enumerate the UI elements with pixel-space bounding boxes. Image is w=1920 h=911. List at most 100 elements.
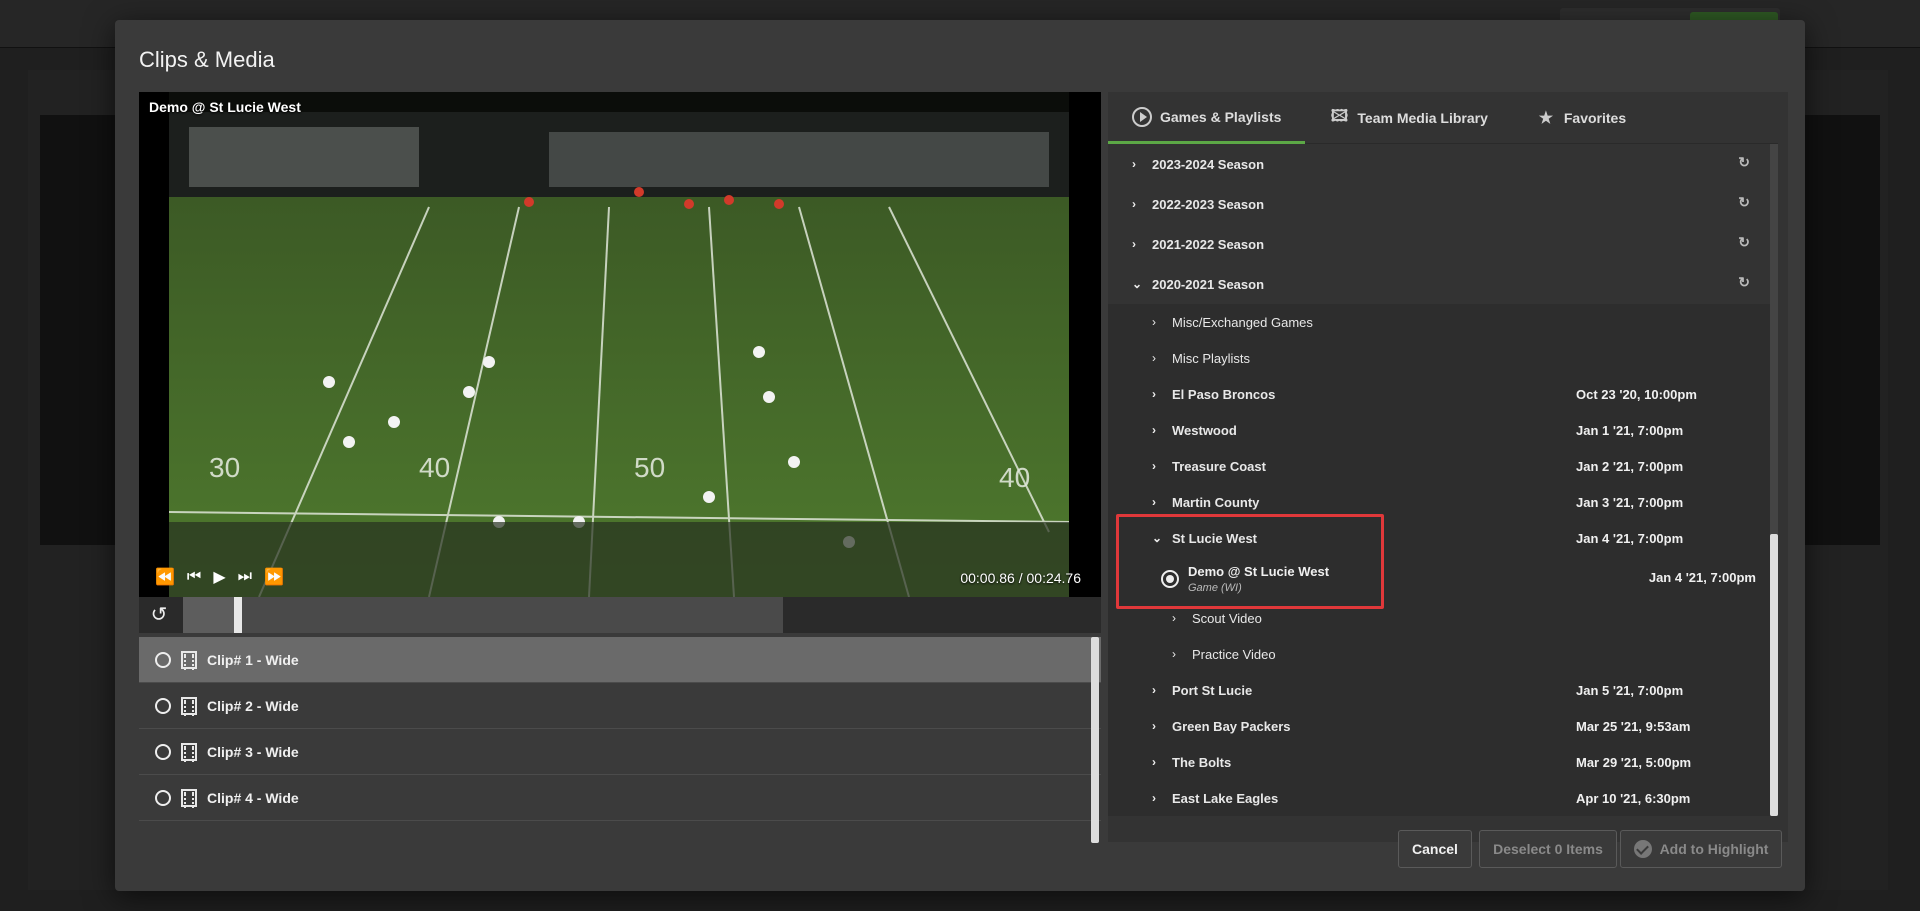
chevron-right-icon: › [1152,755,1156,769]
clip-label: Clip# 3 - Wide [207,743,299,760]
refresh-icon[interactable]: ↻ [1738,154,1750,171]
game-date: Jan 1 '21, 7:00pm [1576,422,1684,438]
tab-team-media-library[interactable]: 🖾 Team Media Library [1305,92,1511,144]
game-name: St Lucie West [1172,530,1258,546]
step-forward-icon[interactable]: ⏭ [238,568,252,586]
game-row[interactable]: › El Paso Broncos Oct 23 '20, 10:00pm [1108,376,1770,412]
game-name: The Bolts [1172,754,1232,770]
chevron-right-icon: › [1132,157,1136,171]
chevron-right-icon: › [1152,791,1156,805]
timecode: 00:00.86 / 00:24.76 [960,570,1081,586]
deselect-button[interactable]: Deselect 0 Items [1479,830,1617,868]
star-icon: ★ [1538,110,1554,127]
chevron-right-icon: › [1152,387,1156,401]
clip-row[interactable]: Clip# 3 - Wide [139,729,1101,775]
radio-button[interactable] [155,697,171,714]
playback-controls: ⏪ ⏮ ▶ ⏭ ⏩ [155,567,284,587]
game-item-type: Game (WI) [1188,582,1242,594]
game-row[interactable]: ⌄ St Lucie West Jan 4 '21, 7:00pm [1108,520,1770,556]
refresh-icon[interactable]: ↻ [1738,234,1750,251]
game-name: Port St Lucie [1172,682,1253,698]
game-row[interactable]: › East Lake Eagles Apr 10 '21, 6:30pm [1108,780,1770,816]
tab-favorites[interactable]: ★ Favorites [1512,92,1650,144]
clip-row[interactable]: Clip# 2 - Wide [139,683,1101,729]
practice-video-label: Practice Video [1192,646,1276,662]
game-row[interactable]: › Treasure Coast Jan 2 '21, 7:00pm [1108,448,1770,484]
game-item-name: Demo @ St Lucie West [1188,564,1330,579]
cancel-button[interactable]: Cancel [1398,830,1472,868]
misc-games-row[interactable]: › Misc/Exchanged Games [1108,304,1770,340]
game-row[interactable]: › Westwood Jan 1 '21, 7:00pm [1108,412,1770,448]
misc-playlists-row[interactable]: › Misc Playlists [1108,340,1770,376]
scout-video-row[interactable]: › Scout Video [1108,600,1770,636]
media-browser: Games & Playlists 🖾 Team Media Library ★ Fav… [1108,92,1788,842]
radio-button[interactable] [155,651,171,668]
step-back-icon[interactable]: ⏮ [187,568,201,586]
chevron-right-icon: › [1152,423,1156,437]
tab-label: Team Media Library [1357,110,1488,126]
film-icon [181,696,197,716]
game-item-selected[interactable]: Demo @ St Lucie West Game (WI) Jan 4 '21, … [1108,556,1770,600]
chevron-down-icon: ⌄ [1152,531,1163,545]
clip-row[interactable]: Clip# 4 - Wide [139,775,1101,821]
season-row[interactable]: › 2023-2024 Season ↻ [1108,144,1770,184]
misc-playlists-label: Misc Playlists [1172,350,1251,366]
scout-video-label: Scout Video [1192,610,1262,626]
radio-button[interactable] [155,743,171,760]
clip-list-scrollbar[interactable] [1091,637,1099,843]
add-to-highlight-label: Add to Highlight [1659,841,1769,857]
video-player[interactable]: 30 40 50 40 Demo @ St Lucie West ⏪ ⏮ ▶ ⏭… [139,92,1101,597]
image-library-icon: 🖾 [1330,107,1349,125]
tab-label: Games & Playlists [1160,108,1282,125]
season-row[interactable]: › 2022-2023 Season ↻ [1108,184,1770,224]
scrub-handle[interactable] [234,597,242,633]
fast-forward-icon[interactable]: ⏩ [264,567,284,587]
game-row[interactable]: › Martin County Jan 3 '21, 7:00pm [1108,484,1770,520]
game-item-date: Jan 4 '21, 7:00pm [1648,570,1756,585]
chevron-right-icon: › [1132,197,1136,211]
scrub-track[interactable] [183,597,783,633]
season-label: 2020-2021 Season [1152,276,1265,292]
game-name: El Paso Broncos [1172,386,1276,402]
season-row[interactable]: › 2021-2022 Season ↻ [1108,224,1770,264]
scrub-progress [183,597,234,633]
clip-row[interactable]: Clip# 1 - Wide [139,637,1101,683]
chevron-right-icon: › [1132,237,1136,251]
clip-label: Clip# 4 - Wide [207,789,299,806]
tab-games-playlists[interactable]: Games & Playlists [1108,92,1306,144]
chevron-right-icon: › [1152,459,1156,473]
rewind-icon[interactable]: ⏪ [155,567,175,587]
film-icon [181,788,197,808]
clip-label: Clip# 1 - Wide [207,651,299,668]
chevron-right-icon: › [1172,611,1176,625]
modal-title: Clips & Media [139,47,275,72]
check-circle-icon [1633,840,1652,858]
game-row[interactable]: › Port St Lucie Jan 5 '21, 7:00pm [1108,672,1770,708]
tree-scrollbar-thumb[interactable] [1770,534,1778,816]
game-row[interactable]: › The Bolts Mar 29 '21, 5:00pm [1108,744,1770,780]
video-title: Demo @ St Lucie West [149,99,301,115]
clip-list: Clip# 1 - Wide Clip# 2 - Wide Clip# 3 - Wi… [139,637,1101,843]
film-icon [181,742,197,762]
season-label: 2022-2023 Season [1152,196,1265,212]
scrub-bar: ↺ [139,597,1101,633]
season-row[interactable]: ⌄ 2020-2021 Season ↻ [1108,264,1770,304]
reset-icon[interactable]: ↺ [147,603,171,627]
current-time: 00:00.86 [960,570,1015,586]
game-name: Green Bay Packers [1172,718,1291,734]
tree-scrollbar[interactable] [1770,144,1778,816]
season-label: 2021-2022 Season [1152,236,1265,252]
radio-button[interactable] [155,789,171,806]
game-date: Apr 10 '21, 6:30pm [1576,790,1691,806]
game-name: East Lake Eagles [1172,790,1279,806]
game-date: Jan 3 '21, 7:00pm [1576,494,1684,510]
play-icon[interactable]: ▶ [213,567,225,587]
game-name: Westwood [1172,422,1237,438]
refresh-icon[interactable]: ↻ [1738,194,1750,211]
refresh-icon[interactable]: ↻ [1738,274,1750,291]
add-to-highlight-button[interactable]: Add to Highlight [1620,830,1782,868]
radio-selected-icon[interactable] [1161,570,1179,588]
practice-video-row[interactable]: › Practice Video [1108,636,1770,672]
svg-text:50: 50 [634,452,665,483]
game-row[interactable]: › Green Bay Packers Mar 25 '21, 9:53am [1108,708,1770,744]
